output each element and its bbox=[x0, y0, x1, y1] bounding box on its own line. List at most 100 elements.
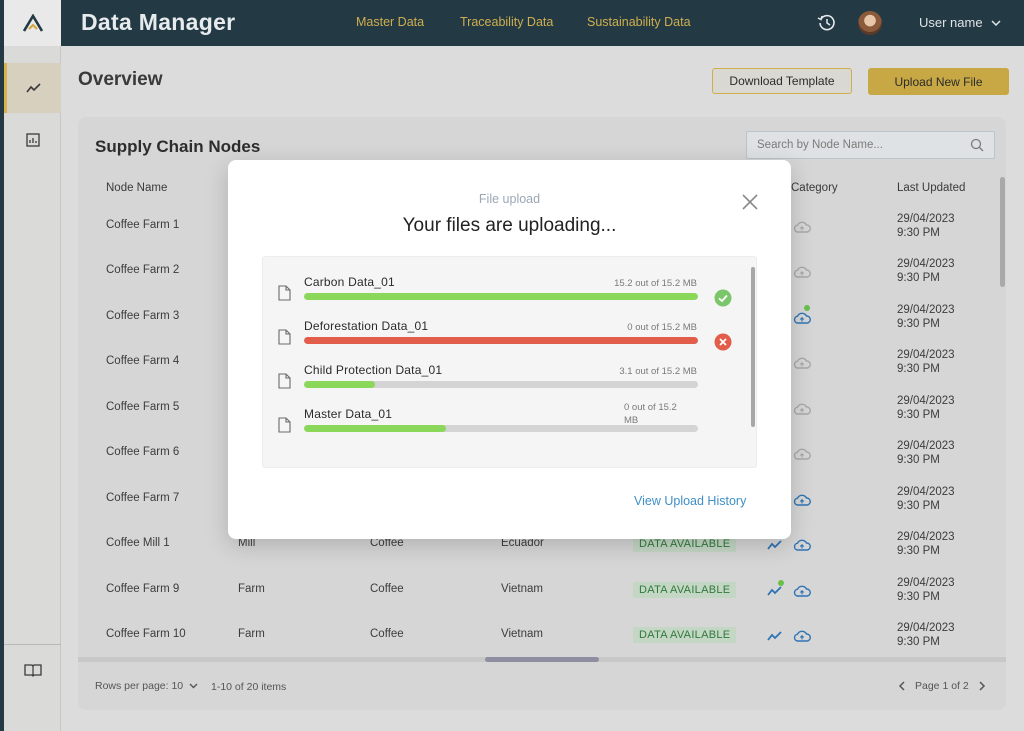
nav-sustainability-data[interactable]: Sustainability Data bbox=[587, 15, 691, 29]
table-row[interactable]: Coffee Farm 10 Farm Coffee Vietnam DATA AVAI… bbox=[78, 614, 1006, 660]
chevron-down-icon bbox=[189, 683, 198, 689]
upload-file-row: Carbon Data_01 15.2 out of 15.2 MB bbox=[263, 275, 751, 319]
book-icon bbox=[23, 664, 42, 677]
node-name-cell: Coffee Farm 3 bbox=[106, 310, 180, 322]
search-input[interactable]: Search by Node Name... bbox=[746, 131, 995, 159]
vertical-scrollbar[interactable] bbox=[1000, 177, 1005, 287]
horizontal-scrollbar[interactable] bbox=[485, 657, 599, 662]
node-name-cell: Coffee Farm 5 bbox=[106, 401, 180, 413]
upload-list-scrollbar[interactable] bbox=[751, 267, 755, 427]
nav-traceability-data[interactable]: Traceability Data bbox=[460, 15, 553, 29]
col-last-updated[interactable]: Last Updated bbox=[897, 182, 965, 194]
file-size: 0 out of 15.2 MB bbox=[624, 402, 677, 426]
last-updated-time: 9:30 PM bbox=[897, 591, 940, 603]
page-title: Overview bbox=[78, 69, 163, 90]
status-badge: DATA AVAILABLE bbox=[633, 627, 737, 643]
last-updated-time: 9:30 PM bbox=[897, 636, 940, 648]
last-updated-time: 9:30 PM bbox=[897, 409, 940, 421]
cloud-upload-icon[interactable] bbox=[793, 630, 811, 642]
file-name: Deforestation Data_01 bbox=[304, 319, 429, 333]
nav-master-data[interactable]: Master Data bbox=[356, 15, 424, 29]
history-icon[interactable] bbox=[817, 13, 837, 33]
upload-file-row: Deforestation Data_01 0 out of 15.2 MB bbox=[263, 319, 751, 363]
node-name-cell: Coffee Farm 1 bbox=[106, 219, 180, 231]
cloud-upload-icon[interactable] bbox=[793, 312, 811, 324]
logo-icon bbox=[22, 14, 43, 32]
node-name-cell: Coffee Farm 7 bbox=[106, 492, 180, 504]
traceability-trend-icon[interactable] bbox=[767, 539, 783, 551]
upload-modal: File upload Your files are uploading... … bbox=[228, 160, 791, 539]
upload-progress-fill bbox=[304, 425, 446, 432]
modal-subtitle: File upload bbox=[478, 192, 541, 206]
cloud-upload-icon[interactable] bbox=[793, 494, 811, 506]
last-updated-time: 9:30 PM bbox=[897, 227, 940, 239]
cloud-upload-icon[interactable] bbox=[793, 357, 811, 369]
node-name-cell: Coffee Mill 1 bbox=[106, 537, 170, 549]
node-name-cell: Coffee Farm 9 bbox=[106, 583, 180, 595]
file-name: Child Protection Data_01 bbox=[304, 363, 443, 377]
last-updated-date: 29/04/2023 bbox=[897, 531, 955, 543]
upload-progress-bar bbox=[304, 337, 698, 344]
rows-per-page-label: Rows per page: 10 bbox=[95, 680, 184, 692]
node-name-cell: Coffee Farm 4 bbox=[106, 355, 180, 367]
last-updated-date: 29/04/2023 bbox=[897, 622, 955, 634]
card-title: Supply Chain Nodes bbox=[95, 137, 261, 156]
trend-icon bbox=[26, 83, 41, 93]
sidebar-item-reports[interactable] bbox=[4, 115, 61, 165]
chevron-left-icon[interactable] bbox=[898, 681, 905, 691]
close-icon[interactable] bbox=[739, 191, 761, 213]
upload-progress-fill bbox=[304, 381, 375, 388]
sidebar-item-overview[interactable] bbox=[4, 63, 61, 113]
file-icon bbox=[278, 417, 291, 433]
upload-progress-fill bbox=[304, 337, 698, 344]
app-title: Data Manager bbox=[81, 9, 236, 35]
col-node-name[interactable]: Node Name bbox=[106, 182, 167, 194]
new-data-dot bbox=[804, 305, 810, 311]
cloud-upload-icon[interactable] bbox=[793, 585, 811, 597]
file-icon bbox=[278, 329, 291, 345]
app-logo[interactable] bbox=[4, 0, 61, 46]
traceability-trend-icon[interactable] bbox=[767, 630, 783, 642]
upload-progress-fill bbox=[304, 293, 698, 300]
view-upload-history-link[interactable]: View Upload History bbox=[634, 494, 746, 508]
pagination: Page 1 of 2 bbox=[898, 680, 986, 692]
file-icon bbox=[278, 373, 291, 389]
upload-new-file-button[interactable]: Upload New File bbox=[868, 68, 1009, 95]
file-name: Master Data_01 bbox=[304, 407, 393, 421]
rows-per-page-select[interactable]: Rows per page: 10 bbox=[95, 680, 198, 692]
last-updated-time: 9:30 PM bbox=[897, 545, 940, 557]
error-circle-icon[interactable] bbox=[714, 333, 732, 351]
user-menu[interactable]: User name bbox=[919, 15, 1001, 30]
avatar[interactable] bbox=[858, 11, 882, 35]
cloud-upload-icon[interactable] bbox=[793, 403, 811, 415]
table-row[interactable]: Coffee Farm 9 Farm Coffee Vietnam DATA AVAIL… bbox=[78, 569, 1006, 615]
last-updated-date: 29/04/2023 bbox=[897, 486, 955, 498]
sidebar-item-docs[interactable] bbox=[4, 645, 61, 695]
node-type-cell: Farm bbox=[238, 628, 265, 640]
sidebar bbox=[0, 0, 61, 731]
node-name-cell: Coffee Farm 2 bbox=[106, 264, 180, 276]
search-placeholder: Search by Node Name... bbox=[757, 139, 883, 151]
chevron-right-icon[interactable] bbox=[979, 681, 986, 691]
commodity-cell: Coffee bbox=[370, 628, 404, 640]
last-updated-date: 29/04/2023 bbox=[897, 258, 955, 270]
top-bar: Data Manager Master Data Traceability Da… bbox=[61, 0, 1024, 46]
report-icon bbox=[25, 133, 40, 147]
last-updated-date: 29/04/2023 bbox=[897, 577, 955, 589]
cloud-upload-icon[interactable] bbox=[793, 539, 811, 551]
cloud-upload-icon[interactable] bbox=[793, 221, 811, 233]
upload-progress-bar bbox=[304, 425, 698, 432]
cloud-upload-icon[interactable] bbox=[793, 448, 811, 460]
col-category[interactable]: Category bbox=[791, 182, 838, 194]
country-cell: Vietnam bbox=[501, 628, 543, 640]
file-icon bbox=[278, 285, 291, 301]
last-updated-time: 9:30 PM bbox=[897, 500, 940, 512]
cloud-upload-icon[interactable] bbox=[793, 266, 811, 278]
page-indicator: Page 1 of 2 bbox=[915, 680, 969, 692]
traceability-trend-icon[interactable] bbox=[767, 585, 783, 597]
last-updated-time: 9:30 PM bbox=[897, 363, 940, 375]
upload-progress-bar bbox=[304, 381, 698, 388]
upload-progress-bar bbox=[304, 293, 698, 300]
download-template-button[interactable]: Download Template bbox=[712, 68, 852, 94]
last-updated-date: 29/04/2023 bbox=[897, 349, 955, 361]
